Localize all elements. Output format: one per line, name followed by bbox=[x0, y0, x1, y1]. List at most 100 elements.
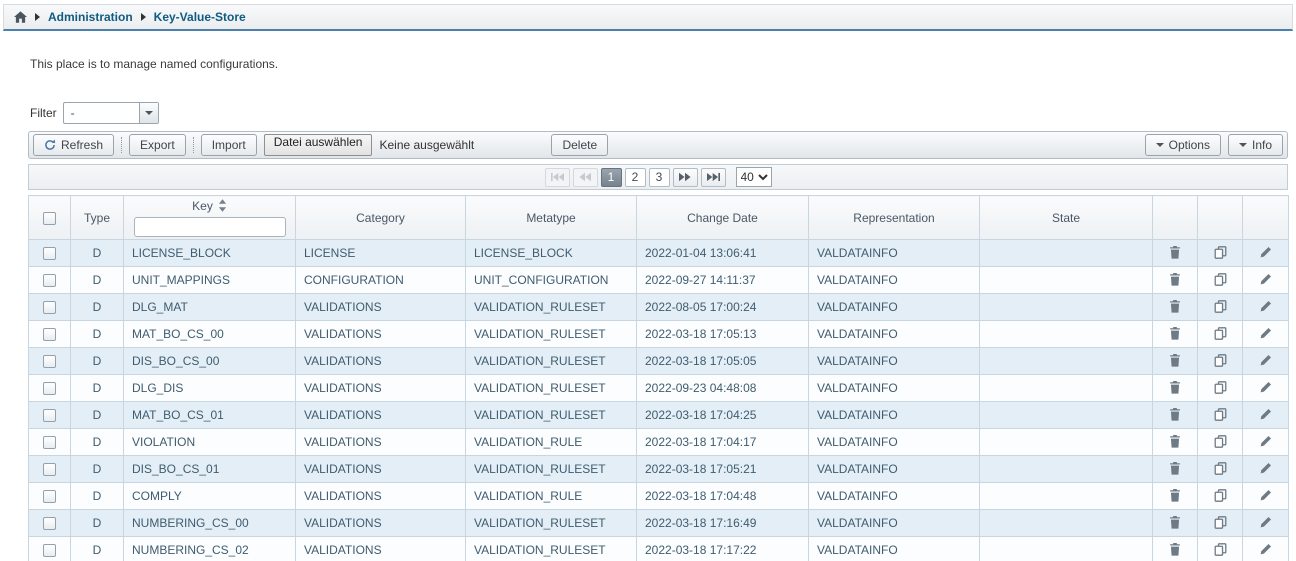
chevron-down-icon bbox=[145, 111, 153, 115]
cell-change-date: 2022-08-05 17:00:24 bbox=[637, 294, 809, 321]
copy-icon[interactable] bbox=[1211, 433, 1229, 451]
cell-copy bbox=[1198, 321, 1243, 348]
copy-icon[interactable] bbox=[1211, 514, 1229, 532]
delete-button[interactable]: Delete bbox=[551, 134, 608, 156]
page-button-2[interactable]: 2 bbox=[625, 168, 646, 187]
row-checkbox[interactable] bbox=[43, 382, 56, 395]
row-checkbox[interactable] bbox=[43, 517, 56, 530]
key-filter-input[interactable] bbox=[134, 217, 286, 237]
cell-category: CONFIGURATION bbox=[296, 267, 466, 294]
row-checkbox[interactable] bbox=[43, 409, 56, 422]
cell-representation: VALDATAINFO bbox=[809, 537, 980, 561]
trash-icon[interactable] bbox=[1166, 298, 1184, 316]
row-checkbox[interactable] bbox=[43, 247, 56, 260]
row-checkbox[interactable] bbox=[43, 301, 56, 314]
copy-icon[interactable] bbox=[1211, 487, 1229, 505]
cell-key: MAT_BO_CS_01 bbox=[124, 402, 296, 429]
trash-icon[interactable] bbox=[1166, 244, 1184, 262]
cell-state bbox=[980, 483, 1153, 510]
sort-icon[interactable] bbox=[218, 199, 227, 212]
select-all-header bbox=[29, 196, 71, 240]
edit-pencil-icon[interactable] bbox=[1257, 433, 1275, 451]
filter-dropdown[interactable]: - bbox=[63, 102, 159, 124]
trash-icon[interactable] bbox=[1166, 433, 1184, 451]
breadcrumb-item-administration[interactable]: Administration bbox=[48, 10, 133, 24]
row-checkbox[interactable] bbox=[43, 463, 56, 476]
cell-copy bbox=[1198, 483, 1243, 510]
trash-icon[interactable] bbox=[1166, 352, 1184, 370]
trash-icon[interactable] bbox=[1166, 514, 1184, 532]
edit-pencil-icon[interactable] bbox=[1257, 271, 1275, 289]
cell-representation: VALDATAINFO bbox=[809, 402, 980, 429]
info-menu-button[interactable]: Info bbox=[1228, 134, 1283, 156]
cell-category: VALIDATIONS bbox=[296, 321, 466, 348]
copy-icon[interactable] bbox=[1211, 352, 1229, 370]
cell-category: VALIDATIONS bbox=[296, 483, 466, 510]
trash-icon[interactable] bbox=[1166, 325, 1184, 343]
first-page-button[interactable] bbox=[545, 168, 570, 187]
row-checkbox[interactable] bbox=[43, 436, 56, 449]
trash-icon[interactable] bbox=[1166, 379, 1184, 397]
edit-pencil-icon[interactable] bbox=[1257, 406, 1275, 424]
trash-icon[interactable] bbox=[1166, 460, 1184, 478]
copy-icon[interactable] bbox=[1211, 541, 1229, 559]
home-icon[interactable] bbox=[14, 11, 27, 23]
edit-pencil-icon[interactable] bbox=[1257, 352, 1275, 370]
rows-per-page-select[interactable]: 40 bbox=[736, 167, 772, 187]
copy-icon[interactable] bbox=[1211, 379, 1229, 397]
cell-key: DIS_BO_CS_01 bbox=[124, 456, 296, 483]
trash-icon[interactable] bbox=[1166, 271, 1184, 289]
first-page-icon bbox=[551, 172, 564, 182]
column-header-key[interactable]: Key bbox=[124, 196, 296, 240]
options-menu-button[interactable]: Options bbox=[1145, 134, 1221, 156]
filter-dropdown-value: - bbox=[64, 106, 139, 120]
edit-pencil-icon[interactable] bbox=[1257, 460, 1275, 478]
cell-representation: VALDATAINFO bbox=[809, 348, 980, 375]
row-checkbox[interactable] bbox=[43, 544, 56, 557]
refresh-icon bbox=[44, 139, 56, 151]
row-checkbox[interactable] bbox=[43, 355, 56, 368]
trash-icon[interactable] bbox=[1166, 541, 1184, 559]
filter-row: Filter - bbox=[30, 102, 1296, 124]
table-row: DDIS_BO_CS_00VALIDATIONSVALIDATION_RULES… bbox=[29, 348, 1289, 375]
cell-key: NUMBERING_CS_00 bbox=[124, 510, 296, 537]
cell-change-date: 2022-03-18 17:17:22 bbox=[637, 537, 809, 561]
column-header-category: Category bbox=[296, 196, 466, 240]
cell-state bbox=[980, 510, 1153, 537]
trash-icon[interactable] bbox=[1166, 487, 1184, 505]
copy-icon[interactable] bbox=[1211, 460, 1229, 478]
page-button-1[interactable]: 1 bbox=[601, 168, 622, 187]
filter-dropdown-button[interactable] bbox=[139, 103, 158, 123]
copy-icon[interactable] bbox=[1211, 271, 1229, 289]
choose-file-button[interactable]: Datei auswählen bbox=[264, 134, 373, 156]
last-page-button[interactable] bbox=[701, 168, 726, 187]
copy-icon[interactable] bbox=[1211, 244, 1229, 262]
row-checkbox[interactable] bbox=[43, 274, 56, 287]
table-row: DNUMBERING_CS_02VALIDATIONSVALIDATION_RU… bbox=[29, 537, 1289, 561]
edit-pencil-icon[interactable] bbox=[1257, 487, 1275, 505]
cell-type: D bbox=[71, 483, 124, 510]
page-button-3[interactable]: 3 bbox=[649, 168, 670, 187]
edit-pencil-icon[interactable] bbox=[1257, 325, 1275, 343]
cell-category: VALIDATIONS bbox=[296, 294, 466, 321]
copy-icon[interactable] bbox=[1211, 325, 1229, 343]
refresh-button[interactable]: Refresh bbox=[33, 134, 114, 156]
copy-icon[interactable] bbox=[1211, 406, 1229, 424]
cell-select bbox=[29, 375, 71, 402]
row-checkbox[interactable] bbox=[43, 490, 56, 503]
export-button[interactable]: Export bbox=[129, 134, 186, 156]
edit-pencil-icon[interactable] bbox=[1257, 379, 1275, 397]
copy-icon[interactable] bbox=[1211, 298, 1229, 316]
row-checkbox[interactable] bbox=[43, 328, 56, 341]
previous-page-button[interactable] bbox=[573, 168, 598, 187]
select-all-checkbox[interactable] bbox=[43, 212, 56, 225]
cell-metatype: VALIDATION_RULESET bbox=[466, 537, 637, 561]
breadcrumb-item-key-value-store[interactable]: Key-Value-Store bbox=[154, 10, 246, 24]
edit-pencil-icon[interactable] bbox=[1257, 298, 1275, 316]
import-button[interactable]: Import bbox=[201, 134, 257, 156]
edit-pencil-icon[interactable] bbox=[1257, 541, 1275, 559]
edit-pencil-icon[interactable] bbox=[1257, 244, 1275, 262]
next-page-button[interactable] bbox=[673, 168, 698, 187]
trash-icon[interactable] bbox=[1166, 406, 1184, 424]
edit-pencil-icon[interactable] bbox=[1257, 514, 1275, 532]
